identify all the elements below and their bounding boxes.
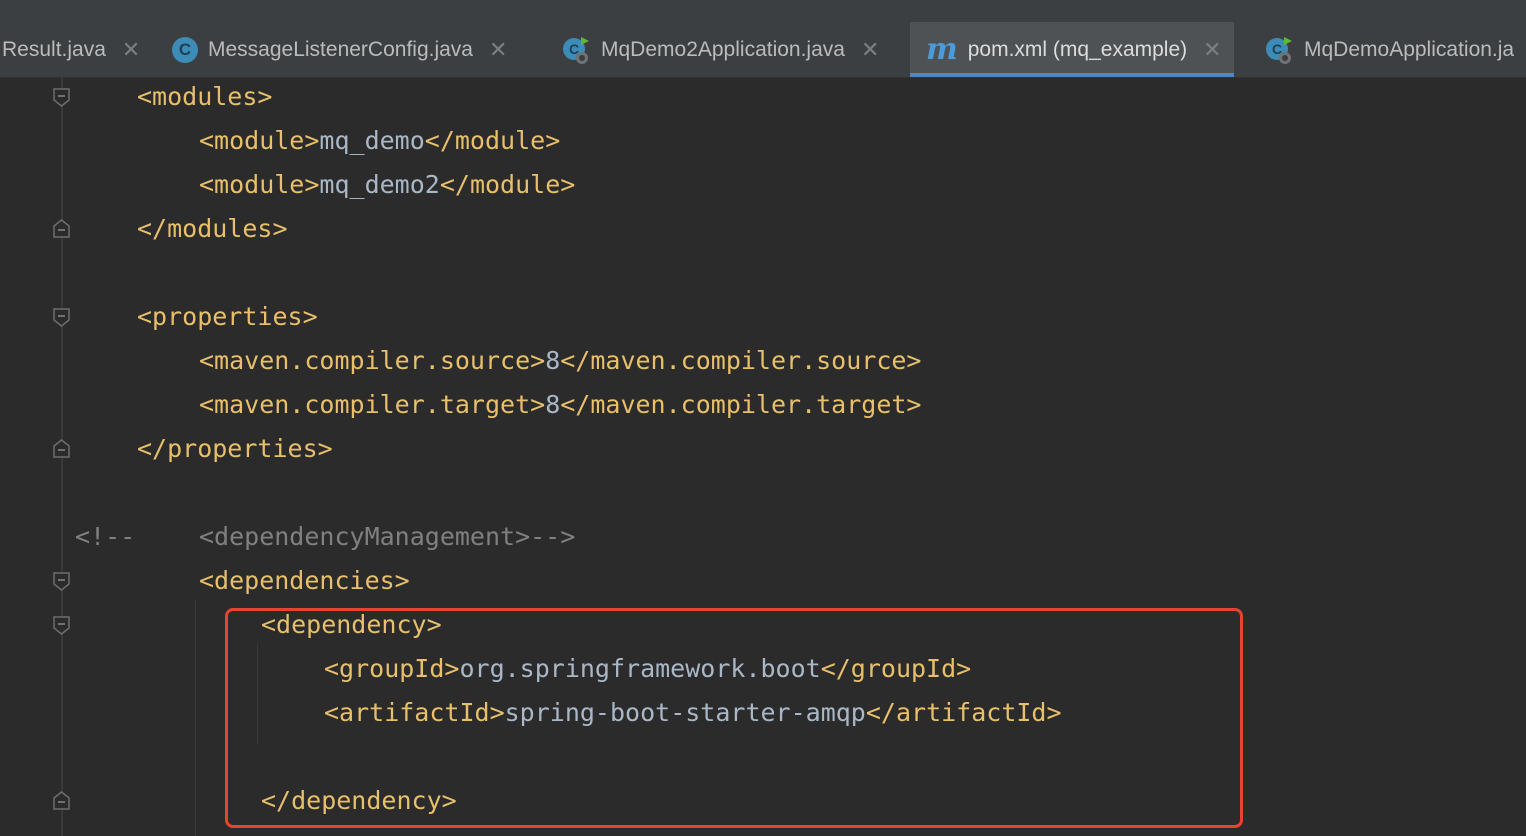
code-line[interactable]: <module>mq_demo2</module> — [199, 163, 575, 207]
code-comment[interactable]: <!-- — [75, 515, 135, 559]
fold-end-icon[interactable] — [53, 219, 70, 238]
tab-label: MqDemo2Application.java — [601, 37, 845, 61]
tab-result-java[interactable]: Result.java ✕ — [0, 22, 140, 77]
spring-boot-icon: C — [1264, 35, 1294, 65]
tab-mqdemo2-application[interactable]: C MqDemo2Application.java ✕ — [561, 22, 879, 77]
indent-guide — [195, 600, 196, 836]
close-icon[interactable]: ✕ — [122, 37, 140, 63]
fold-collapse-icon[interactable] — [53, 572, 70, 591]
fold-collapse-icon[interactable] — [53, 308, 70, 327]
code-comment[interactable]: <dependencyManagement>--> — [199, 515, 575, 559]
tab-pom-xml[interactable]: m pom.xml (mq_example) ✕ — [910, 22, 1234, 77]
code-line[interactable]: </modules> — [137, 207, 288, 251]
code-line[interactable]: <properties> — [137, 295, 318, 339]
fold-end-icon[interactable] — [53, 791, 70, 810]
tab-message-listener-config[interactable]: C MessageListenerConfig.java ✕ — [172, 22, 507, 77]
tab-label: MqDemoApplication.ja — [1304, 37, 1515, 61]
close-icon[interactable]: ✕ — [861, 37, 879, 63]
code-line[interactable]: <maven.compiler.source>8</maven.compiler… — [199, 339, 921, 383]
code-editor[interactable]: <modules> <module>mq_demo</module> <modu… — [0, 78, 1526, 836]
window-top-strip — [0, 0, 1526, 22]
close-icon[interactable]: ✕ — [1203, 37, 1221, 63]
fold-end-icon[interactable] — [53, 439, 70, 458]
code-line[interactable]: <module>mq_demo</module> — [199, 119, 560, 163]
code-line[interactable]: <modules> — [137, 78, 272, 119]
close-icon[interactable]: ✕ — [489, 37, 507, 63]
annotation-highlight-box — [225, 608, 1243, 828]
fold-collapse-icon[interactable] — [53, 616, 70, 635]
class-icon: C — [172, 36, 198, 63]
fold-collapse-icon[interactable] — [53, 88, 70, 107]
spring-boot-icon: C — [561, 35, 591, 65]
tab-mqdemo-application[interactable]: C MqDemoApplication.ja — [1264, 22, 1514, 77]
code-line[interactable]: <maven.compiler.target>8</maven.compiler… — [199, 383, 921, 427]
code-line[interactable]: <dependencies> — [199, 559, 410, 603]
code-line[interactable]: </properties> — [137, 427, 333, 471]
tab-label: MessageListenerConfig.java — [208, 37, 473, 61]
tab-label: pom.xml (mq_example) — [967, 37, 1188, 61]
tab-label: Result.java — [2, 37, 106, 61]
maven-icon: m — [926, 32, 958, 67]
editor-tab-bar: Result.java ✕ C MessageListenerConfig.ja… — [0, 22, 1526, 78]
